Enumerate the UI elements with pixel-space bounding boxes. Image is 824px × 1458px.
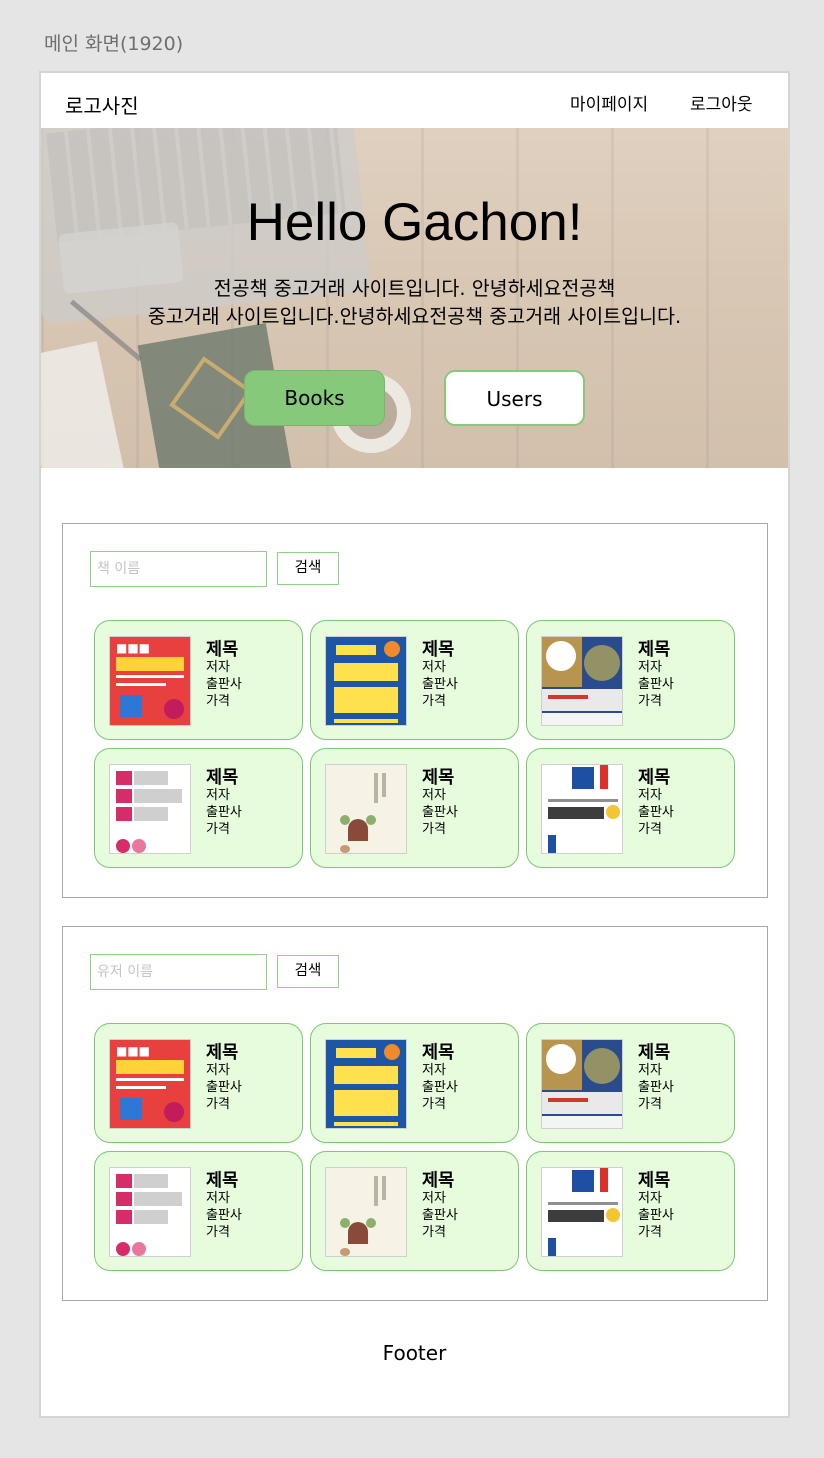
book-card[interactable]: 제목 저자 출판사 가격	[310, 620, 519, 740]
books-button[interactable]: Books	[244, 370, 385, 426]
doit-python-cover	[541, 764, 623, 854]
hero-banner: Hello Gachon! 전공책 중고거래 사이트입니다. 안녕하세요전공책 …	[41, 128, 788, 468]
book-price: 가격	[206, 1097, 230, 1112]
book-price: 가격	[206, 822, 230, 837]
book-price: 가격	[422, 822, 446, 837]
practical-excel-cover	[325, 636, 407, 726]
book-card[interactable]: 제목 저자 출판사 가격	[526, 748, 735, 868]
book-title: 제목	[206, 1171, 239, 1191]
sinagong-cover	[541, 1039, 623, 1129]
book-title: 제목	[206, 640, 239, 660]
book-title: 제목	[638, 1171, 671, 1191]
hero-description: 전공책 중고거래 사이트입니다. 안녕하세요전공책 중고거래 사이트입니다.안녕…	[81, 275, 748, 331]
user-search-panel: 검색 ■■■ 제목 저자 출판사 가격	[62, 926, 768, 1301]
book-card[interactable]: 제목 저자 출판사 가격	[310, 1023, 519, 1143]
hero-title: Hello Gachon!	[246, 193, 583, 252]
user-search-button[interactable]: 검색	[277, 955, 339, 988]
book-card[interactable]: ■■■ 제목 저자 출판사 가격	[94, 620, 303, 740]
book-title: 제목	[206, 768, 239, 788]
book-search-panel: 검색 ■■■ 제목 저자 출판사 가격	[62, 523, 768, 898]
top-navigation-bar: 로고사진 마이페이지 로그아웃	[41, 73, 788, 128]
book-price: 가격	[422, 1225, 446, 1240]
book-search-button[interactable]: 검색	[277, 552, 339, 585]
book-title: 제목	[422, 1171, 455, 1191]
book-author: 저자	[638, 660, 662, 675]
user-search-input[interactable]	[90, 954, 267, 990]
book-price: 가격	[638, 1225, 662, 1240]
book-card[interactable]: 제목 저자 출판사 가격	[526, 1023, 735, 1143]
book-card[interactable]: ■■■ 제목 저자 출판사 가격	[94, 1023, 303, 1143]
hackers-tax-cover: ■■■	[109, 1039, 191, 1129]
book-card[interactable]: 제목 저자 출판사 가격	[310, 748, 519, 868]
book-card[interactable]: 제목 저자 출판사 가격	[310, 1151, 519, 1271]
book-price: 가격	[422, 694, 446, 709]
users-button[interactable]: Users	[444, 370, 585, 426]
book-price: 가격	[422, 1097, 446, 1112]
book-publisher: 출판사	[206, 805, 242, 820]
book-publisher: 출판사	[422, 677, 458, 692]
book-author: 저자	[422, 788, 446, 803]
minimal-illustration-cover	[325, 1167, 407, 1257]
book-publisher: 출판사	[206, 1208, 242, 1223]
book-publisher: 출판사	[638, 677, 674, 692]
artboard-label: 메인 화면(1920)	[44, 33, 184, 55]
book-author: 저자	[206, 788, 230, 803]
book-price: 가격	[206, 694, 230, 709]
book-title: 제목	[638, 640, 671, 660]
python-study-cover	[109, 764, 191, 854]
minimal-illustration-cover	[325, 764, 407, 854]
hero-description-line-2: 중고거래 사이트입니다.안녕하세요전공책 중고거래 사이트입니다.	[147, 305, 682, 328]
book-author: 저자	[422, 1191, 446, 1206]
book-price: 가격	[206, 1225, 230, 1240]
main-page-frame: 로고사진 마이페이지 로그아웃 Hello Gachon! 전공책 중고거래 사…	[39, 71, 790, 1418]
book-card[interactable]: 제목 저자 출판사 가격	[94, 1151, 303, 1271]
hero-description-line-1: 전공책 중고거래 사이트입니다. 안녕하세요전공책	[213, 277, 616, 300]
book-publisher: 출판사	[638, 805, 674, 820]
book-title: 제목	[638, 768, 671, 788]
book-author: 저자	[638, 788, 662, 803]
book-author: 저자	[638, 1063, 662, 1078]
hackers-tax-cover: ■■■	[109, 636, 191, 726]
book-author: 저자	[422, 1063, 446, 1078]
book-price: 가격	[638, 694, 662, 709]
doit-python-cover	[541, 1167, 623, 1257]
book-price: 가격	[638, 822, 662, 837]
book-title: 제목	[422, 1043, 455, 1063]
sinagong-cover	[541, 636, 623, 726]
mypage-link[interactable]: 마이페이지	[570, 90, 648, 115]
book-publisher: 출판사	[638, 1080, 674, 1095]
book-publisher: 출판사	[638, 1208, 674, 1223]
book-card[interactable]: 제목 저자 출판사 가격	[94, 748, 303, 868]
logout-link[interactable]: 로그아웃	[690, 90, 753, 115]
book-publisher: 출판사	[422, 1080, 458, 1095]
book-author: 저자	[638, 1191, 662, 1206]
book-card[interactable]: 제목 저자 출판사 가격	[526, 620, 735, 740]
book-publisher: 출판사	[422, 1208, 458, 1223]
book-author: 저자	[206, 1191, 230, 1206]
book-author: 저자	[206, 660, 230, 675]
book-title: 제목	[422, 640, 455, 660]
book-price: 가격	[638, 1097, 662, 1112]
book-publisher: 출판사	[206, 677, 242, 692]
book-title: 제목	[206, 1043, 239, 1063]
book-search-input[interactable]	[90, 551, 267, 587]
book-publisher: 출판사	[206, 1080, 242, 1095]
book-publisher: 출판사	[422, 805, 458, 820]
practical-excel-cover	[325, 1039, 407, 1129]
book-card[interactable]: 제목 저자 출판사 가격	[526, 1151, 735, 1271]
book-title: 제목	[638, 1043, 671, 1063]
book-author: 저자	[206, 1063, 230, 1078]
logo[interactable]: 로고사진	[65, 90, 139, 119]
book-title: 제목	[422, 768, 455, 788]
book-author: 저자	[422, 660, 446, 675]
footer: Footer	[382, 1341, 447, 1365]
python-study-cover	[109, 1167, 191, 1257]
